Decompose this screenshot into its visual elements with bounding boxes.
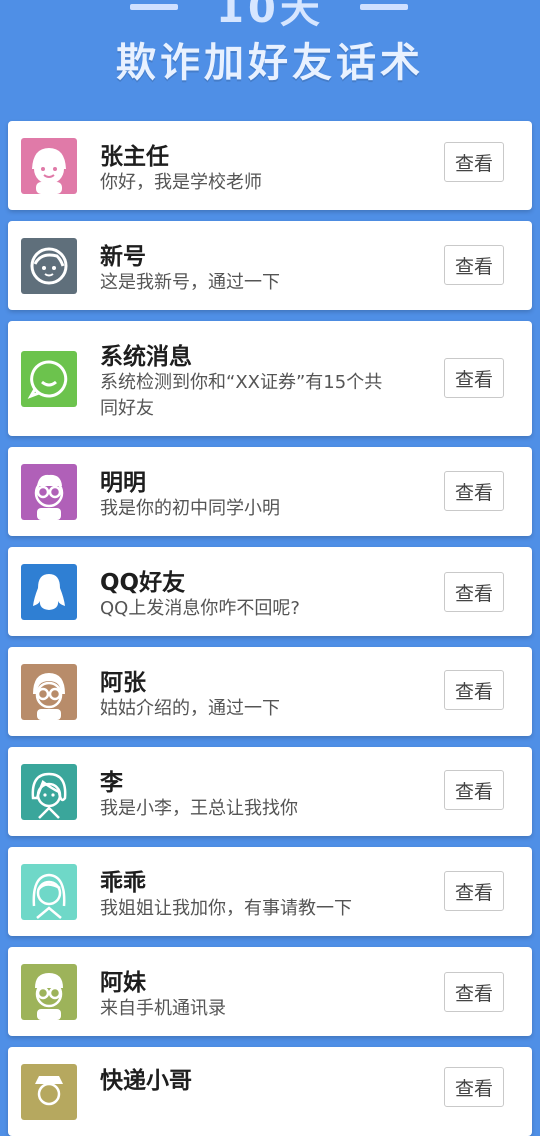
- contact-message: 我是你的初中同学小明: [100, 498, 280, 519]
- contact-name: 张主任: [100, 144, 169, 170]
- contact-name: 新号: [100, 244, 146, 270]
- contact-message: QQ上发消息你咋不回呢?: [100, 598, 300, 619]
- contact-card-system-message[interactable]: 系统消息 系统检测到你和“XX证券”有15个共同好友 查看: [8, 321, 532, 436]
- contact-name: 乖乖: [100, 870, 146, 896]
- woman-glasses-icon: [21, 664, 77, 720]
- contact-message: 姑姑介绍的，通过一下: [100, 698, 280, 719]
- female-teacher-icon: [21, 138, 77, 194]
- contact-card-mingming[interactable]: 明明 我是你的初中同学小明 查看: [8, 447, 532, 536]
- view-button[interactable]: 查看: [444, 245, 504, 285]
- view-button[interactable]: 查看: [444, 972, 504, 1012]
- contact-name: 快递小哥: [100, 1068, 192, 1094]
- contact-name: 系统消息: [100, 344, 192, 370]
- contact-message: 你好，我是学校老师: [100, 172, 262, 193]
- view-button[interactable]: 查看: [444, 770, 504, 810]
- contact-name: QQ好友: [100, 570, 186, 596]
- contact-name: 阿妹: [100, 970, 146, 996]
- header: 10天 欺诈加好友话术: [0, 0, 540, 120]
- contact-card-zhang-zhuren[interactable]: 张主任 你好，我是学校老师 查看: [8, 121, 532, 210]
- contact-message: 系统检测到你和“XX证券”有15个共同好友: [100, 372, 383, 419]
- view-button[interactable]: 查看: [444, 358, 504, 398]
- view-button[interactable]: 查看: [444, 572, 504, 612]
- contact-message: 我姐姐让我加你，有事请教一下: [100, 898, 352, 919]
- contact-name: 明明: [100, 470, 146, 496]
- page-title: 欺诈加好友话术: [116, 40, 424, 86]
- contact-message: 我是小李，王总让我找你: [100, 798, 298, 819]
- header-top-text: 10天: [216, 0, 324, 32]
- contact-name: 阿张: [100, 670, 146, 696]
- contact-name: 李: [100, 770, 123, 796]
- view-button[interactable]: 查看: [444, 142, 504, 182]
- wechat-chat-icon: [21, 351, 77, 407]
- girl-face-icon: [21, 238, 77, 294]
- contact-message: 来自手机通讯录: [100, 998, 226, 1019]
- view-button[interactable]: 查看: [444, 1067, 504, 1107]
- contact-message: 这是我新号，通过一下: [100, 272, 280, 293]
- contact-card-li[interactable]: 李 我是小李，王总让我找你 查看: [8, 747, 532, 836]
- contact-card-amei[interactable]: 阿妹 来自手机通讯录 查看: [8, 947, 532, 1036]
- contact-card-azhang[interactable]: 阿张 姑姑介绍的，通过一下 查看: [8, 647, 532, 736]
- courier-icon: [21, 1064, 77, 1120]
- view-button[interactable]: 查看: [444, 871, 504, 911]
- contact-card-guaiguai[interactable]: 乖乖 我姐姐让我加你，有事请教一下 查看: [8, 847, 532, 936]
- girl-long-hair-icon: [21, 864, 77, 920]
- contact-card-qq-friend[interactable]: QQ好友 QQ上发消息你咋不回呢? 查看: [8, 547, 532, 636]
- view-button[interactable]: 查看: [444, 670, 504, 710]
- qq-penguin-icon: [21, 564, 77, 620]
- contact-card-xinhao[interactable]: 新号 这是我新号，通过一下 查看: [8, 221, 532, 310]
- woman-face-icon: [21, 764, 77, 820]
- girl-glasses-icon: [21, 964, 77, 1020]
- contact-card-courier[interactable]: 快递小哥 查看: [8, 1047, 532, 1136]
- view-button[interactable]: 查看: [444, 471, 504, 511]
- boy-glasses-icon: [21, 464, 77, 520]
